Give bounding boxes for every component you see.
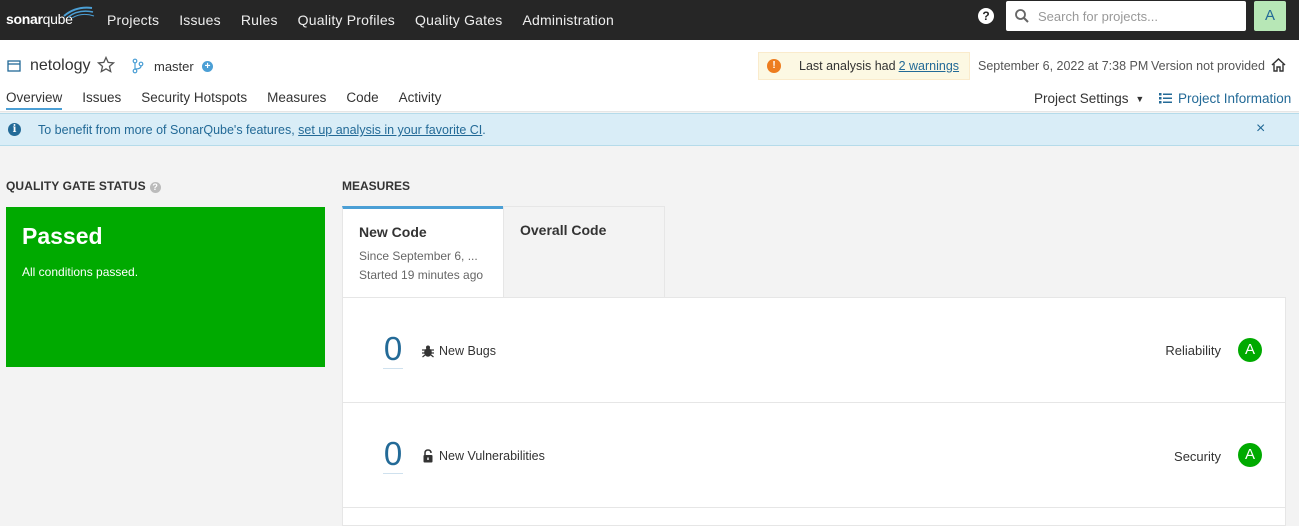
help-icon[interactable]: ? — [149, 182, 161, 193]
tab-new-code-label: New Code — [359, 224, 427, 240]
favorite-star-icon[interactable] — [97, 56, 115, 74]
setup-ci-link[interactable]: set up analysis in your favorite CI — [298, 123, 482, 137]
reliability-label: Reliability — [1165, 343, 1221, 358]
nav-rules[interactable]: Rules — [231, 12, 288, 28]
help-icon[interactable]: ? — [978, 8, 994, 24]
search-box — [1006, 1, 1246, 31]
main-nav: Projects Issues Rules Quality Profiles Q… — [97, 0, 624, 40]
project-version: Version not provided — [1151, 59, 1265, 73]
info-icon: i — [8, 123, 21, 136]
new-vulnerabilities-label[interactable]: New Vulnerabilities — [439, 449, 545, 463]
quality-gate-conditions: All conditions passed. — [22, 265, 139, 279]
analysis-date: September 6, 2022 at 7:38 PM — [978, 59, 1149, 73]
logo-waves-icon — [63, 6, 95, 18]
security-label: Security — [1174, 449, 1221, 464]
measure-row-vulnerabilities: 0 New Vulnerabilities Security A — [343, 403, 1285, 508]
tab-activity[interactable]: Activity — [399, 90, 442, 110]
quality-gate-title: QUALITY GATE STATUS? — [6, 179, 161, 193]
measures-panel: 0 New Bugs Reliability A 0 New Vulnerabi… — [342, 297, 1286, 526]
nav-administration[interactable]: Administration — [512, 12, 624, 28]
project-settings-label: Project Settings — [1034, 91, 1129, 106]
banner-text: To benefit from more of SonarQube's feat… — [38, 123, 295, 137]
tab-new-code[interactable]: New Code Since September 6, ... Started … — [342, 206, 503, 297]
nav-quality-profiles[interactable]: Quality Profiles — [288, 12, 405, 28]
project-information-label: Project Information — [1178, 91, 1292, 106]
warning-text: Last analysis had — [799, 59, 896, 73]
search-input[interactable] — [1038, 8, 1238, 24]
tab-security-hotspots[interactable]: Security Hotspots — [141, 90, 247, 110]
project-icon — [7, 60, 21, 72]
security-rating[interactable]: A — [1238, 443, 1262, 467]
tab-measures[interactable]: Measures — [267, 90, 326, 110]
nav-issues[interactable]: Issues — [169, 12, 231, 28]
sonarqube-logo[interactable]: sonar qube — [6, 4, 95, 34]
project-tabs: Overview Issues Security Hotspots Measur… — [6, 90, 461, 110]
bug-icon — [422, 345, 434, 358]
new-code-since: Since September 6, ... — [359, 249, 478, 263]
tab-overall-code[interactable]: Overall Code — [503, 206, 665, 297]
lock-icon — [423, 449, 433, 463]
tab-overall-code-label: Overall Code — [520, 222, 607, 238]
measures-title: MEASURES — [342, 179, 411, 193]
home-icon[interactable] — [1270, 57, 1287, 73]
ci-info-banner: i To benefit from more of SonarQube's fe… — [0, 113, 1299, 146]
project-settings-dropdown[interactable]: Project Settings ▼ — [1034, 91, 1144, 106]
project-name[interactable]: netology — [30, 57, 91, 75]
analysis-warning-box: ! Last analysis had 2 warnings — [758, 52, 970, 80]
warning-icon: ! — [767, 59, 781, 73]
warnings-link[interactable]: 2 warnings — [899, 59, 959, 73]
branch-add-icon[interactable]: + — [202, 61, 213, 72]
new-bugs-label[interactable]: New Bugs — [439, 344, 496, 358]
new-code-started: Started 19 minutes ago — [359, 268, 484, 282]
nav-projects[interactable]: Projects — [97, 12, 169, 28]
search-icon — [1015, 9, 1029, 23]
project-information-link[interactable]: Project Information — [1159, 91, 1291, 106]
new-bugs-value[interactable]: 0 — [383, 330, 403, 369]
user-avatar[interactable]: A — [1254, 1, 1286, 31]
quality-gate-title-text: QUALITY GATE STATUS — [6, 179, 146, 193]
branch-icon — [132, 58, 144, 74]
banner-message: To benefit from more of SonarQube's feat… — [38, 123, 486, 137]
tab-code[interactable]: Code — [346, 90, 378, 110]
nav-quality-gates[interactable]: Quality Gates — [405, 12, 512, 28]
caret-down-icon: ▼ — [1135, 94, 1145, 104]
new-vulnerabilities-value[interactable]: 0 — [383, 435, 403, 474]
tab-issues[interactable]: Issues — [82, 90, 121, 110]
banner-text-end: . — [482, 123, 486, 137]
quality-gate-status-box: Passed All conditions passed. — [6, 207, 325, 367]
branch-name[interactable]: master — [154, 59, 194, 74]
list-icon — [1159, 93, 1172, 104]
project-header: netology master + ! Last analysis had 2 … — [0, 40, 1299, 112]
tab-overview[interactable]: Overview — [6, 90, 63, 110]
close-icon[interactable]: × — [1256, 120, 1265, 138]
top-navigation-bar: sonar qube Projects Issues Rules Quality … — [0, 0, 1299, 40]
quality-gate-status: Passed — [22, 223, 103, 249]
measure-row-bugs: 0 New Bugs Reliability A — [343, 298, 1285, 403]
logo-text-bold: sonar — [6, 11, 43, 27]
reliability-rating[interactable]: A — [1238, 338, 1262, 362]
